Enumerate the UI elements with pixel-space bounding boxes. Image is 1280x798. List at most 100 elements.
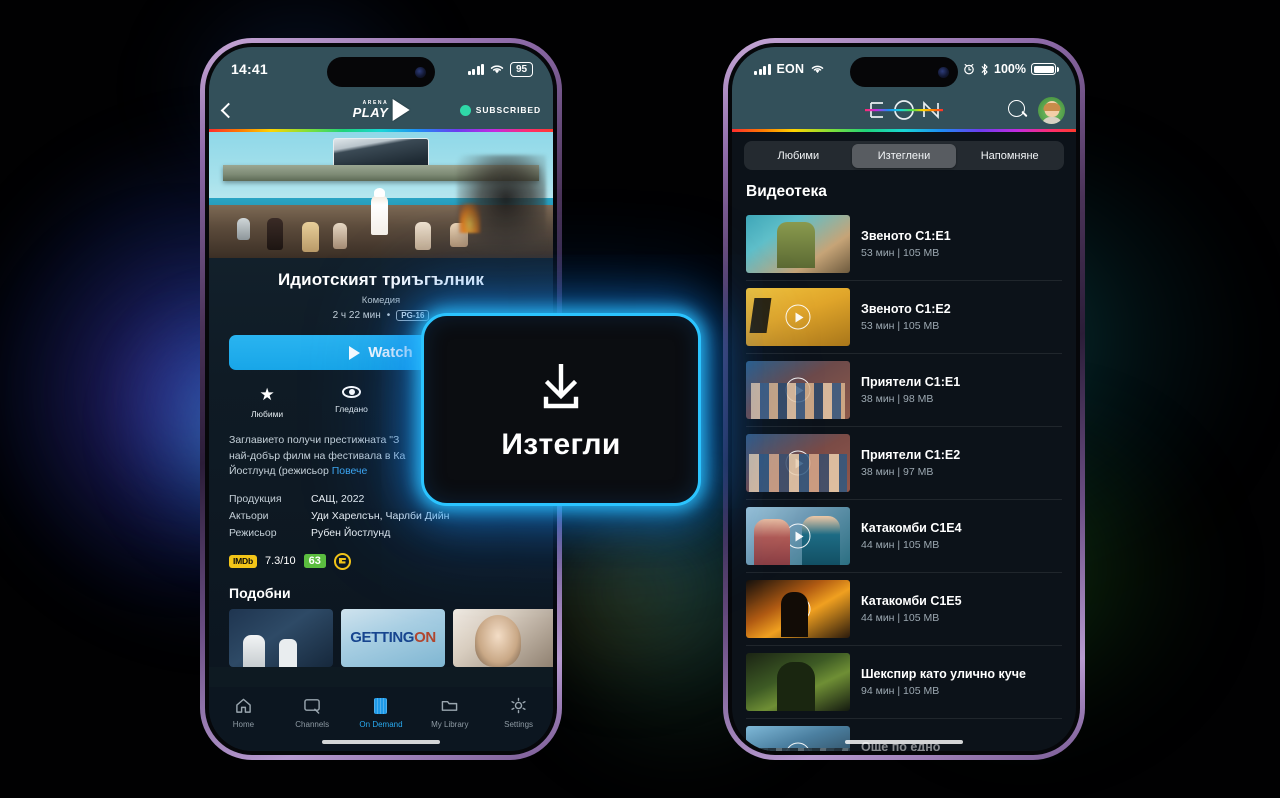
cellular-signal-icon bbox=[754, 63, 771, 75]
hero-person bbox=[267, 218, 284, 251]
list-item[interactable]: Катакомби C1E4 44 мин | 105 MB bbox=[746, 500, 1062, 573]
list-item[interactable]: Звеното C1:E1 53 мин | 105 MB bbox=[746, 208, 1062, 281]
imdb-badge: IMDb bbox=[229, 554, 257, 568]
hero-smoke bbox=[456, 154, 547, 253]
fact-key: Актьори bbox=[229, 509, 269, 522]
tab-label: On Demand bbox=[359, 720, 403, 729]
video-meta: Звеното C1:E2 53 мин | 105 MB bbox=[861, 302, 951, 332]
user-avatar[interactable] bbox=[1038, 96, 1065, 124]
video-meta: Звеното C1:E1 53 мин | 105 MB bbox=[861, 229, 951, 259]
home-indicator-left bbox=[322, 740, 440, 744]
segment-reminder[interactable]: Напомняне bbox=[958, 144, 1062, 168]
fact-value: САЩ, 2022 bbox=[311, 492, 365, 505]
app-bar-right-actions bbox=[1008, 96, 1065, 124]
avatar-body bbox=[1041, 116, 1062, 124]
watch-button-label: Watch bbox=[368, 344, 413, 361]
play-icon[interactable] bbox=[785, 596, 811, 622]
list-item[interactable]: Шекспир като улично куче 94 мин | 105 MB bbox=[746, 646, 1062, 719]
similar-card-tennis[interactable] bbox=[229, 608, 333, 667]
hero-person bbox=[236, 218, 250, 241]
imdb-score: 7.3/10 bbox=[264, 555, 296, 567]
favorite-label: Любими bbox=[251, 409, 284, 419]
play-icon[interactable] bbox=[785, 450, 811, 476]
list-item[interactable]: Още по едно 112 мин | 105 MB bbox=[746, 719, 1062, 751]
favorite-action[interactable]: ★ Любими bbox=[251, 386, 283, 419]
brand-wordmark: ARENA PLAY bbox=[353, 101, 389, 120]
video-thumbnail bbox=[746, 507, 850, 565]
tab-channels[interactable]: Channels bbox=[278, 697, 347, 729]
list-item[interactable]: Катакомби C1E5 44 мин | 105 MB bbox=[746, 573, 1062, 646]
tab-on-demand[interactable]: On Demand bbox=[347, 697, 416, 729]
video-title: Звеното C1:E1 bbox=[861, 229, 951, 243]
list-item[interactable]: Приятели C1:E1 38 мин | 98 MB bbox=[746, 354, 1062, 427]
similar-heading: Подобни bbox=[229, 584, 291, 601]
arena-play-logo: ARENA PLAY bbox=[353, 99, 410, 121]
download-icon bbox=[543, 363, 579, 408]
hero-person bbox=[301, 221, 319, 252]
similar-card-gettingon[interactable]: GETTINGON bbox=[341, 608, 445, 667]
movie-meta-separator: • bbox=[386, 310, 391, 321]
tab-my-library[interactable]: My Library bbox=[415, 697, 484, 729]
screen-right: EON 100% Любими Изтеглени Напомняне Виде… bbox=[732, 47, 1076, 751]
watched-action[interactable]: Гледано bbox=[335, 386, 368, 419]
battery-percent: 100% bbox=[994, 62, 1026, 76]
play-icon[interactable] bbox=[785, 377, 811, 403]
movie-hero-image bbox=[209, 132, 553, 258]
video-meta: Катакомби C1E5 44 мин | 105 MB bbox=[861, 594, 962, 624]
video-title: Приятели C1:E2 bbox=[861, 448, 961, 462]
status-right-group: 95 bbox=[467, 61, 533, 77]
status-right-group: 100% bbox=[963, 62, 1059, 76]
status-left-group: EON bbox=[754, 62, 825, 76]
more-link[interactable]: Повече bbox=[332, 465, 368, 477]
fact-value: Рубен Йостлунд bbox=[311, 526, 391, 539]
hero-stairs bbox=[254, 213, 337, 258]
tab-settings[interactable]: Settings bbox=[484, 697, 553, 729]
segment-favorites[interactable]: Любими bbox=[747, 144, 851, 168]
list-item[interactable]: Звеното C1:E2 53 мин | 105 MB bbox=[746, 281, 1062, 354]
back-chevron-icon[interactable] bbox=[220, 102, 237, 118]
video-thumbnail bbox=[746, 434, 850, 492]
segment-downloaded[interactable]: Изтеглени bbox=[852, 143, 956, 168]
tab-home[interactable]: Home bbox=[209, 697, 278, 729]
my-library-icon bbox=[440, 697, 459, 714]
video-subtitle: 38 мин | 98 MB bbox=[861, 393, 934, 405]
movie-duration: 2 ч 22 мин bbox=[332, 310, 381, 321]
status-dot-icon bbox=[459, 104, 471, 116]
clock-time: 14:41 bbox=[231, 61, 268, 77]
video-thumbnail bbox=[746, 580, 850, 638]
download-callout-card[interactable]: Изтегли bbox=[421, 313, 701, 506]
ratings-row: IMDb 7.3/10 63 bbox=[229, 552, 533, 570]
bluetooth-icon bbox=[981, 63, 988, 75]
play-icon[interactable] bbox=[785, 669, 811, 695]
carrier-name: EON bbox=[776, 62, 805, 76]
fact-row: Актьори Уди Харелсън, Чарлби Дийн bbox=[229, 508, 533, 525]
video-subtitle: 44 мин | 105 MB bbox=[861, 539, 940, 551]
list-item[interactable]: Приятели C1:E2 38 мин | 97 MB bbox=[746, 427, 1062, 500]
pause-icon[interactable] bbox=[785, 231, 811, 257]
video-title: Катакомби C1E4 bbox=[861, 521, 962, 535]
eye-icon bbox=[342, 386, 362, 398]
battery-percent: 95 bbox=[510, 61, 533, 77]
play-icon[interactable] bbox=[785, 304, 811, 330]
video-subtitle: 38 мин | 97 MB bbox=[861, 466, 934, 478]
wifi-icon bbox=[490, 65, 504, 74]
video-thumbnail bbox=[746, 288, 850, 346]
video-title: Шекспир като улично куче bbox=[861, 667, 1026, 681]
gettingon-bold: GETTING bbox=[350, 629, 415, 646]
video-title: Приятели C1:E1 bbox=[861, 375, 961, 389]
play-icon[interactable] bbox=[785, 523, 811, 549]
play-icon bbox=[349, 345, 361, 360]
video-subtitle: 53 мин | 105 MB bbox=[861, 247, 940, 259]
channels-icon bbox=[303, 697, 322, 714]
segmented-control: Любими Изтеглени Напомняне bbox=[744, 141, 1064, 170]
avatar-hair bbox=[1043, 102, 1060, 111]
segmented-control-wrap: Любими Изтеглени Напомняне bbox=[732, 132, 1076, 174]
description-line-1: Заглавието получи престижната "З bbox=[229, 434, 400, 446]
fact-key: Режисьор bbox=[229, 526, 277, 539]
similar-card-drama[interactable] bbox=[453, 608, 553, 667]
play-icon[interactable] bbox=[785, 742, 811, 751]
search-icon[interactable] bbox=[1008, 99, 1029, 121]
description-line-3: Йостлунд (режисьор bbox=[229, 465, 329, 477]
video-subtitle: 94 мин | 105 MB bbox=[861, 685, 940, 697]
age-rating-chip: PG-16 bbox=[396, 310, 430, 321]
